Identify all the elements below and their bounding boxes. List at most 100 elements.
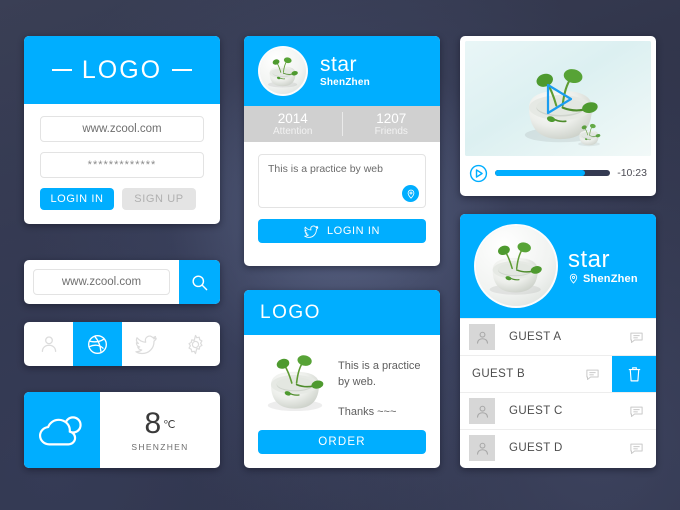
guest-avatar <box>469 435 495 461</box>
product-description-line1: This is a practice <box>338 360 421 372</box>
profile-city: ShenZhen <box>320 76 370 88</box>
gear-icon <box>188 334 203 354</box>
stat-attention-label: Attention <box>273 125 313 137</box>
signup-button[interactable]: SIGN UP <box>122 188 196 210</box>
login-button[interactable]: LOGIN IN <box>40 188 114 210</box>
video-progress-bar[interactable] <box>495 170 611 176</box>
video-time-remaining: -10:23 <box>617 167 647 179</box>
guest-name: GUEST D <box>509 442 563 454</box>
avatar <box>474 224 558 308</box>
dribbble-icon <box>88 334 107 354</box>
guest-name: GUEST A <box>509 331 562 343</box>
profile-body: This is a practice by web LOGIN IN <box>244 142 440 243</box>
order-button[interactable]: ORDER <box>258 430 426 454</box>
logo-text: LOGO <box>81 55 163 84</box>
twitter-icon <box>135 334 157 354</box>
user-icon <box>41 336 56 352</box>
stat-attention-value: 2014 <box>277 110 308 126</box>
profile-header: star ShenZhen <box>244 36 440 106</box>
search-button[interactable] <box>179 260 220 304</box>
profile-card: star ShenZhen 2014 Attention 1207 Friend… <box>244 36 440 266</box>
login-card: LOGO www.zcool.com ************* LOGIN I… <box>24 36 220 224</box>
login-card-body: www.zcool.com ************* LOGIN IN SIG… <box>24 104 220 210</box>
twitter-login-label: LOGIN IN <box>326 225 381 237</box>
guest-row[interactable]: GUEST D <box>460 429 656 466</box>
logo-wordmark: LOGO <box>51 55 193 85</box>
user-icon <box>476 442 488 455</box>
twitter-login-button[interactable]: LOGIN IN <box>258 219 426 243</box>
avatar <box>258 46 308 96</box>
weather-info: 8 ℃ SHENZHEN <box>100 392 220 468</box>
status-textarea[interactable]: This is a practice by web <box>258 154 426 208</box>
logo-dash-right <box>172 69 193 71</box>
tab-settings[interactable] <box>171 322 220 366</box>
guest-name: GUEST B <box>472 368 526 380</box>
guest-avatar <box>469 398 495 424</box>
delete-button[interactable] <box>612 356 656 392</box>
product-description-line2: by web. <box>338 375 376 388</box>
guest-list-header: star ShenZhen <box>460 214 656 318</box>
search-input-wrapper: www.zcool.com <box>24 260 179 304</box>
location-pin-icon <box>569 273 578 284</box>
twitter-icon <box>304 225 319 238</box>
login-button-row: LOGIN IN SIGN UP <box>40 188 204 210</box>
search-icon <box>192 274 208 290</box>
weather-unit: ℃ <box>163 418 176 431</box>
product-card: LOGO This is a practice by web. Thanks ~… <box>244 290 440 468</box>
product-text-block: This is a practice by web. Thanks ~~~ <box>338 343 421 421</box>
search-bar-card: www.zcool.com <box>24 260 220 304</box>
weather-icon-panel <box>24 392 100 468</box>
stat-friends: 1207 Friends <box>343 111 441 137</box>
guest-row[interactable]: GUEST A <box>460 318 656 355</box>
trash-icon <box>628 366 640 381</box>
chat-bubble-icon[interactable] <box>629 330 644 345</box>
profile-names: star ShenZhen <box>320 54 370 88</box>
product-thanks: Thanks ~~~ <box>338 405 397 418</box>
guest-row[interactable]: GUEST B <box>460 355 656 392</box>
weather-temperature-row: 8 ℃ <box>144 406 176 440</box>
tab-user[interactable] <box>24 322 73 366</box>
video-play-overlay-button[interactable] <box>535 76 581 122</box>
guest-header-city-row: ShenZhen <box>568 273 638 285</box>
video-poster[interactable] <box>465 41 651 156</box>
user-icon <box>476 405 488 418</box>
product-description: This is a practice by web. Thanks ~~~ <box>338 343 421 421</box>
weather-widget: 8 ℃ SHENZHEN <box>24 392 220 468</box>
user-icon <box>476 331 488 344</box>
guest-row[interactable]: GUEST C <box>460 392 656 429</box>
icon-tabbar <box>24 322 220 366</box>
chat-bubble-icon[interactable] <box>629 441 644 456</box>
weather-temperature: 8 <box>144 406 162 440</box>
video-progress-fill <box>495 170 585 176</box>
plant-bowl-avatar-icon <box>260 48 306 94</box>
guest-header-city: ShenZhen <box>583 272 638 285</box>
username-input[interactable]: www.zcool.com <box>40 116 204 142</box>
search-input[interactable]: www.zcool.com <box>33 269 170 295</box>
stat-attention: 2014 Attention <box>244 111 342 137</box>
plant-bowl-avatar-icon <box>476 226 556 306</box>
stat-friends-label: Friends <box>374 125 408 137</box>
guest-header-name: star <box>568 246 611 274</box>
product-card-header: LOGO <box>244 290 440 335</box>
tab-dribbble[interactable] <box>73 322 122 366</box>
product-card-body: This is a practice by web. Thanks ~~~ <box>244 335 440 421</box>
profile-stats: 2014 Attention 1207 Friends <box>244 106 440 142</box>
weather-city: SHENZHEN <box>131 441 189 452</box>
chat-bubble-icon[interactable] <box>629 404 644 419</box>
location-pin-icon <box>407 189 414 199</box>
cloud-sun-icon <box>38 416 82 446</box>
logo-dash-left <box>51 69 72 71</box>
guest-list-card: star ShenZhen GUEST A GUEST B GUEST C GU… <box>460 214 656 468</box>
chat-bubble-icon[interactable] <box>585 367 600 382</box>
stat-friends-value: 1207 <box>376 110 407 126</box>
product-logo: LOGO <box>260 301 321 323</box>
login-card-header: LOGO <box>24 36 220 104</box>
status-text: This is a practice by web <box>268 163 383 175</box>
tab-twitter[interactable] <box>122 322 171 366</box>
guest-avatar <box>469 324 495 350</box>
play-circle-icon[interactable] <box>469 164 488 183</box>
password-input[interactable]: ************* <box>40 152 204 178</box>
guest-name: GUEST C <box>509 405 563 417</box>
video-player-card: -10:23 <box>460 36 656 196</box>
location-button[interactable] <box>402 185 419 202</box>
